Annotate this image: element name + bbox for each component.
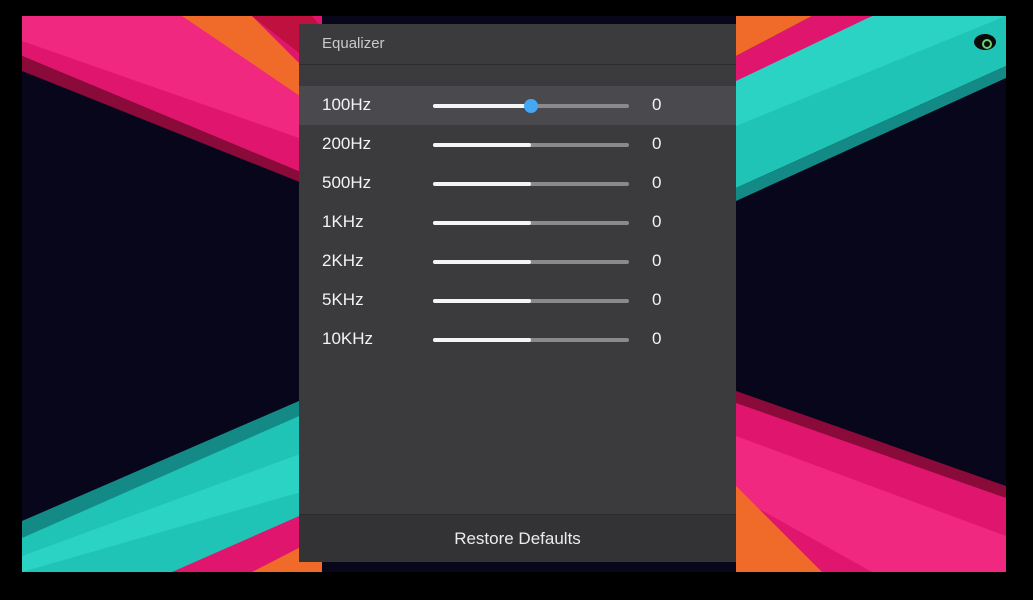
eq-band-label: 100Hz xyxy=(322,95,372,114)
eq-band-5khz[interactable]: 5KHz 0 xyxy=(299,281,736,320)
eq-band-value: 0 xyxy=(652,290,662,309)
eq-slider-fill xyxy=(433,260,531,264)
status-indicator-icon xyxy=(974,34,996,50)
eq-band-label: 2KHz xyxy=(322,251,364,270)
eq-slider-fill xyxy=(433,221,531,225)
eq-band-label: 1KHz xyxy=(322,212,364,231)
eq-slider-fill xyxy=(433,143,531,147)
eq-band-500hz[interactable]: 500Hz 0 xyxy=(299,164,736,203)
eq-band-slider[interactable] xyxy=(433,260,629,264)
eq-band-value: 0 xyxy=(652,134,662,153)
eq-slider-fill xyxy=(433,299,531,303)
eq-slider-fill xyxy=(433,338,531,342)
panel-header: Equalizer xyxy=(299,24,736,65)
eq-slider-fill xyxy=(433,182,531,186)
eq-band-2khz[interactable]: 2KHz 0 xyxy=(299,242,736,281)
eq-band-label: 200Hz xyxy=(322,134,372,153)
eq-band-slider[interactable] xyxy=(433,221,629,225)
eq-band-1khz[interactable]: 1KHz 0 xyxy=(299,203,736,242)
equalizer-panel: Equalizer 100Hz 0 200Hz 0 500Hz 0 1KHz 0… xyxy=(299,24,736,562)
eq-band-label: 10KHz xyxy=(322,329,374,348)
eq-band-label: 5KHz xyxy=(322,290,364,309)
eq-band-slider[interactable] xyxy=(433,338,629,342)
panel-title: Equalizer xyxy=(322,35,385,52)
eq-band-200hz[interactable]: 200Hz 0 xyxy=(299,125,736,164)
eq-band-value: 0 xyxy=(652,95,662,114)
eq-band-label: 500Hz xyxy=(322,173,372,192)
eq-band-value: 0 xyxy=(652,329,662,348)
eq-band-slider[interactable] xyxy=(433,182,629,186)
eq-band-100hz[interactable]: 100Hz 0 xyxy=(299,86,736,125)
eq-slider-thumb[interactable] xyxy=(524,99,538,113)
eq-slider-fill xyxy=(433,104,531,108)
eq-band-10khz[interactable]: 10KHz 0 xyxy=(299,320,736,359)
eq-band-value: 0 xyxy=(652,212,662,231)
eq-band-slider[interactable] xyxy=(433,99,629,113)
equalizer-band-list: 100Hz 0 200Hz 0 500Hz 0 1KHz 0 2KHz 0 5K… xyxy=(299,86,736,359)
eq-band-slider[interactable] xyxy=(433,299,629,303)
eq-band-value: 0 xyxy=(652,251,662,270)
restore-defaults-button[interactable]: Restore Defaults xyxy=(299,514,736,562)
eq-band-value: 0 xyxy=(652,173,662,192)
eq-band-slider[interactable] xyxy=(433,143,629,147)
